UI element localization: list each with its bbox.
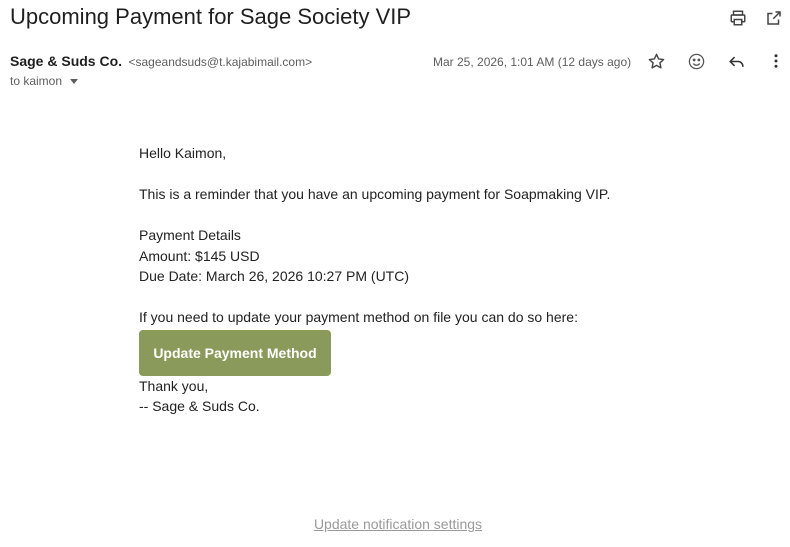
email-date: Mar 25, 2026, 1:01 AM (12 days ago) bbox=[433, 55, 632, 69]
more-vert-icon[interactable] bbox=[766, 51, 786, 71]
update-prompt: If you need to update your payment metho… bbox=[139, 309, 578, 325]
sender-email: <sageandsuds@t.kajabimail.com> bbox=[128, 55, 313, 69]
open-in-new-icon[interactable] bbox=[764, 8, 784, 28]
reminder-text: This is a reminder that you have an upco… bbox=[139, 186, 611, 202]
emoji-icon[interactable] bbox=[686, 51, 706, 71]
update-payment-method-button[interactable]: Update Payment Method bbox=[139, 329, 331, 376]
payment-due-date: Due Date: March 26, 2026 10:27 PM (UTC) bbox=[139, 268, 410, 284]
greeting: Hello Kaimon, bbox=[139, 145, 227, 161]
recipient-details-toggle[interactable]: to kaimon bbox=[10, 74, 79, 88]
signature: -- Sage & Suds Co. bbox=[139, 398, 260, 414]
sender-name[interactable]: Sage & Suds Co. bbox=[10, 53, 122, 69]
payment-details-heading: Payment Details bbox=[139, 227, 241, 243]
header-toolbar bbox=[728, 8, 784, 28]
sender-info: Sage & Suds Co. <sageandsuds@t.kajabimai… bbox=[10, 53, 312, 71]
print-icon[interactable] bbox=[728, 8, 748, 28]
email-subject: Upcoming Payment for Sage Society VIP bbox=[10, 4, 412, 29]
reply-icon[interactable] bbox=[726, 51, 746, 71]
payment-amount: Amount: $145 USD bbox=[139, 247, 260, 264]
star-icon[interactable] bbox=[646, 51, 666, 71]
update-notification-settings-link[interactable]: Update notification settings bbox=[0, 516, 790, 532]
recipient-label: to kaimon bbox=[10, 74, 63, 88]
message-actions bbox=[646, 51, 786, 71]
chevron-down-icon[interactable] bbox=[70, 79, 79, 84]
thanks-text: Thank you, bbox=[139, 377, 209, 394]
email-view: Upcoming Payment for Sage Society VIP Sa… bbox=[0, 0, 790, 547]
email-body: Hello Kaimon, This is a reminder that yo… bbox=[139, 143, 610, 417]
